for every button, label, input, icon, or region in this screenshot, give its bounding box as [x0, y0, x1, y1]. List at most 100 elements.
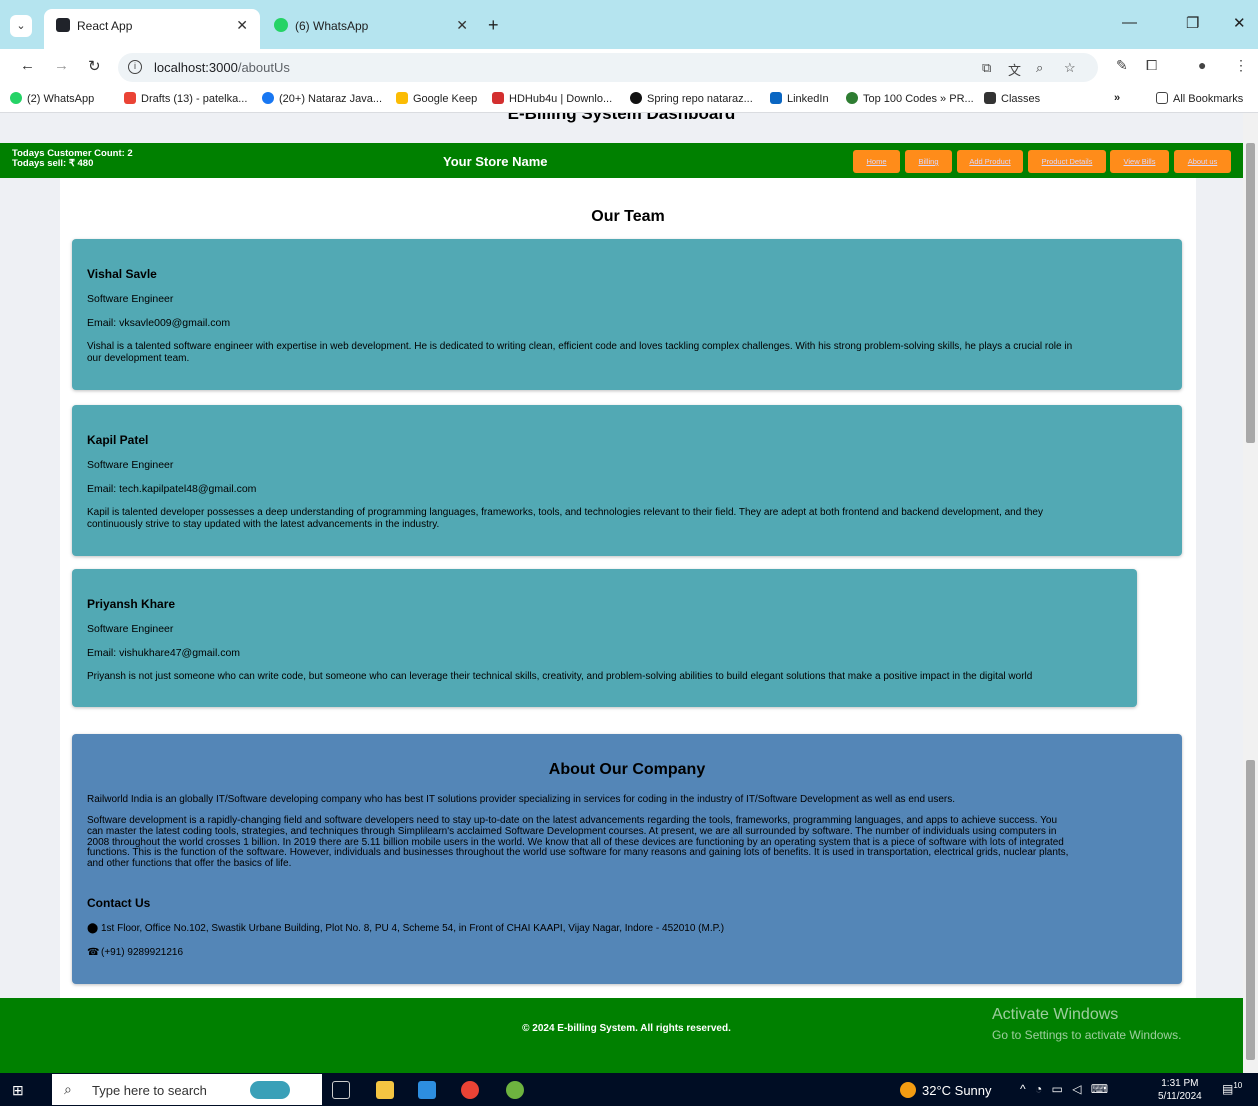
weather-widget-icon[interactable]	[250, 1081, 290, 1099]
nav-billing-button[interactable]: Billing	[905, 150, 952, 173]
todays-sell: Todays sell: ₹ 480	[12, 158, 94, 169]
company-section-title: About Our Company	[548, 761, 706, 778]
windows-taskbar: ⊞ ⌕ Type here to search 32°C Sunny ^ ◔ ▭…	[0, 1073, 1258, 1106]
bookmark-label: Drafts (13) - patelka...	[141, 93, 248, 105]
bookmark-label: All Bookmarks	[1173, 93, 1244, 105]
bookmark-item[interactable]: Classes	[984, 92, 1040, 105]
phone-text: (+91) 9289921216	[101, 947, 184, 958]
activate-title: Activate Windows	[992, 1006, 1119, 1023]
search-placeholder: Type here to search	[92, 1083, 207, 1098]
install-app-icon[interactable]: ⧉	[982, 60, 991, 76]
menu-kebab-icon[interactable]: ⋮	[1234, 57, 1248, 74]
member-email: Email: vishukhare47@gmail.com	[87, 647, 241, 659]
tab-close-icon[interactable]: ✕	[456, 17, 468, 34]
bookmark-item[interactable]: LinkedIn	[770, 92, 829, 105]
bookmark-label: Top 100 Codes » PR...	[863, 93, 974, 105]
new-tab-plus-icon[interactable]: +	[488, 15, 499, 36]
bookmark-star-icon[interactable]: ☆	[1064, 60, 1076, 76]
notification-center-icon[interactable]: ▤10	[1222, 1081, 1242, 1096]
weather-status[interactable]: 32°C Sunny	[900, 1082, 992, 1098]
taskbar-clock[interactable]: 1:31 PM 5/11/2024	[1158, 1077, 1202, 1103]
nav-product-details-button[interactable]: Product Details	[1028, 150, 1106, 173]
gmail-icon	[124, 92, 136, 104]
contact-address: ⬤ 1st Floor, Office No.102, Swastik Urban…	[87, 923, 724, 934]
react-favicon-icon	[56, 18, 70, 32]
bookmark-item[interactable]: (2) WhatsApp	[10, 92, 94, 105]
nav-view-bills-button[interactable]: View Bills	[1110, 150, 1169, 173]
bookmark-item[interactable]: Spring repo nataraz...	[630, 92, 753, 105]
sun-icon	[900, 1082, 916, 1098]
team-member-card: Priyansh Khare Software Engineer Email: …	[72, 569, 1137, 707]
bio-line: Priyansh is not just someone who can wri…	[87, 671, 1033, 682]
system-tray-icons[interactable]: ^ ◔ ▭ ◁ ⌨	[1020, 1082, 1111, 1096]
tab-title: React App	[77, 19, 133, 33]
nav-about-us-button[interactable]: About us	[1174, 150, 1231, 173]
chrome-icon[interactable]	[461, 1081, 479, 1099]
window-minimize-icon[interactable]: —	[1122, 14, 1137, 31]
bookmark-item[interactable]: Drafts (13) - patelka...	[124, 92, 247, 105]
bookmark-item[interactable]: (20+) Nataraz Java...	[262, 92, 382, 105]
bookmark-item[interactable]: Google Keep	[396, 92, 477, 105]
daily-stats: Todays Customer Count: 2 Todays sell: ₹ …	[12, 149, 133, 169]
site-info-icon[interactable]: i	[128, 60, 142, 74]
contact-phone: ☎ (+91) 9289921216	[87, 947, 183, 958]
window-close-icon[interactable]: ✕	[1233, 14, 1246, 32]
bookmark-label: (2) WhatsApp	[27, 93, 95, 105]
team-section-title: Our Team	[591, 208, 665, 225]
nav-add-product-button[interactable]: Add Product	[957, 150, 1023, 173]
folder-icon	[1156, 92, 1168, 104]
nav-home-button[interactable]: Home	[853, 150, 900, 173]
vscode-icon[interactable]	[418, 1081, 436, 1099]
window-restore-icon[interactable]: ❐	[1186, 14, 1199, 32]
bookmark-item[interactable]: HDHub4u | Downlo...	[492, 92, 612, 105]
member-name: Kapil Patel	[87, 433, 149, 447]
classes-icon	[984, 92, 996, 104]
bookmark-label: Google Keep	[413, 93, 478, 105]
edit-icon[interactable]: ✎	[1116, 57, 1128, 74]
extensions-puzzle-icon[interactable]: ⧠	[1146, 57, 1157, 74]
bio-line: our development team.	[87, 353, 190, 364]
search-icon: ⌕	[64, 1081, 72, 1097]
phone-icon: ☎	[87, 947, 100, 958]
tab-react-app[interactable]: React App ✕	[44, 9, 260, 49]
company-intro: Railworld India is an globally IT/Softwa…	[87, 794, 956, 805]
tab-close-icon[interactable]: ✕	[236, 17, 248, 34]
all-bookmarks-folder[interactable]: All Bookmarks	[1156, 92, 1243, 105]
more-bookmarks-chevron-icon[interactable]: »	[1114, 92, 1120, 104]
member-role: Software Engineer	[87, 623, 174, 635]
back-arrow-icon[interactable]: ←	[20, 57, 35, 74]
url-text: localhost:3000/aboutUs	[154, 60, 290, 75]
file-explorer-icon[interactable]	[376, 1081, 394, 1099]
scrollbar-thumb[interactable]	[1246, 760, 1255, 1060]
windows-start-icon[interactable]: ⊞	[12, 1082, 24, 1099]
member-email: Email: tech.kapilpatel48@gmail.com	[87, 483, 257, 495]
bookmark-item[interactable]: Top 100 Codes » PR...	[846, 92, 974, 105]
zoom-icon[interactable]: ⌕	[1036, 60, 1043, 76]
tab-search-chevron-icon[interactable]: ⌄	[10, 15, 32, 37]
clock-date: 5/11/2024	[1158, 1091, 1202, 1102]
linkedin-icon	[770, 92, 782, 104]
codes-icon	[846, 92, 858, 104]
description-line: can master the latest coding tools, stra…	[87, 825, 1057, 837]
profile-avatar-icon[interactable]: ●	[1198, 57, 1206, 73]
google-keep-icon	[396, 92, 408, 104]
reload-icon[interactable]: ↻	[88, 57, 101, 75]
team-member-card: Kapil Patel Software Engineer Email: tec…	[72, 405, 1182, 556]
spring-tool-icon[interactable]	[506, 1081, 524, 1099]
task-view-icon[interactable]	[332, 1081, 350, 1099]
whatsapp-icon	[10, 92, 22, 104]
url-path: /aboutUs	[237, 60, 290, 75]
url-bar[interactable]: i localhost:3000/aboutUs ⧉ 文 ⌕ ☆	[118, 53, 1098, 82]
bookmark-label: Classes	[1001, 93, 1041, 105]
team-member-card: Vishal Savle Software Engineer Email: vk…	[72, 239, 1182, 390]
tab-whatsapp[interactable]: (6) WhatsApp ✕	[262, 9, 480, 41]
company-description: Software development is a rapidly-changi…	[87, 815, 1167, 870]
scrollbar-thumb[interactable]	[1246, 143, 1255, 443]
bookmark-label: Spring repo nataraz...	[647, 93, 753, 105]
translate-icon[interactable]: 文	[1008, 60, 1021, 79]
member-email: Email: vksavle009@gmail.com	[87, 317, 231, 329]
address-text: 1st Floor, Office No.102, Swastik Urbane…	[101, 923, 725, 934]
forward-arrow-icon[interactable]: →	[54, 57, 69, 74]
page-scrollbar[interactable]	[1243, 113, 1258, 1073]
description-line: and other functions that offer the basic…	[87, 858, 292, 870]
